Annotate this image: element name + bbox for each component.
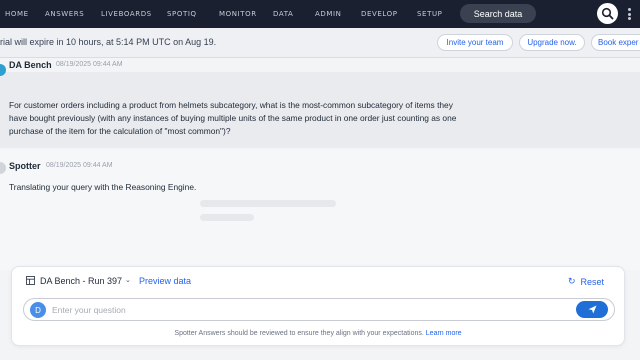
user-message-sender: DA Bench xyxy=(9,60,52,70)
user-message-line: For customer orders including a product … xyxy=(9,100,453,110)
search-icon[interactable] xyxy=(597,3,618,24)
trial-expiry-text: rial will expire in 10 hours, at 5:14 PM… xyxy=(0,37,217,47)
nav-item-develop[interactable]: DEVELOP xyxy=(361,10,398,18)
preview-data-link[interactable]: Preview data xyxy=(139,276,191,286)
loading-placeholder xyxy=(200,200,336,207)
disclaimer-text: Spotter Answers should be reviewed to en… xyxy=(12,330,624,337)
user-message-line: have bought previously (with any instanc… xyxy=(9,113,457,123)
more-vertical-icon[interactable] xyxy=(628,8,632,20)
nav-item-spotiq[interactable]: SPOTIQ xyxy=(167,10,197,18)
nav-item-data[interactable]: DATA xyxy=(273,10,293,18)
nav-item-setup[interactable]: SETUP xyxy=(417,10,443,18)
user-message-line: purchase of the item for the calculation… xyxy=(9,126,231,136)
learn-more-link[interactable]: Learn more xyxy=(426,330,462,337)
chevron-down-icon[interactable]: ⌄ xyxy=(125,276,131,284)
question-input-box: D xyxy=(23,298,615,321)
nav-item-liveboards[interactable]: LIVEBOARDS xyxy=(101,10,152,18)
disclaimer-message: Spotter Answers should be reviewed to en… xyxy=(174,330,424,337)
question-input[interactable] xyxy=(52,303,552,317)
reset-button[interactable]: ↻ Reset xyxy=(568,276,604,287)
composer-toolbar: DA Bench - Run 397 ⌄ Preview data ↻ Rese… xyxy=(12,267,624,295)
nav-item-home[interactable]: HOME xyxy=(5,10,29,18)
upgrade-now-button[interactable]: Upgrade now. xyxy=(519,34,585,51)
spotter-message: Spotter 08/19/2025 09:44 AM Translating … xyxy=(0,150,640,270)
nav-item-answers[interactable]: ANSWERS xyxy=(45,10,84,18)
user-avatar xyxy=(0,64,6,76)
user-message-text: For customer orders including a product … xyxy=(9,99,509,138)
datasource-selector[interactable]: DA Bench - Run 397 xyxy=(40,276,122,286)
send-button[interactable] xyxy=(576,301,608,318)
spotter-message-timestamp: 08/19/2025 09:44 AM xyxy=(46,162,113,169)
top-navigation: HOME ANSWERS LIVEBOARDS SPOTIQ MONITOR D… xyxy=(0,0,640,28)
table-icon xyxy=(26,276,35,285)
user-message: DA Bench 08/19/2025 09:44 AM For custome… xyxy=(0,60,640,148)
user-message-timestamp: 08/19/2025 09:44 AM xyxy=(56,61,123,68)
nav-item-admin[interactable]: ADMIN xyxy=(315,10,342,18)
invite-team-button[interactable]: Invite your team xyxy=(437,34,513,51)
avatar: D xyxy=(30,302,46,318)
spotter-message-sender: Spotter xyxy=(9,161,41,171)
spotter-message-text: Translating your query with the Reasonin… xyxy=(9,182,197,192)
spotter-avatar xyxy=(0,162,6,174)
reset-label: Reset xyxy=(580,276,605,287)
loading-placeholder xyxy=(200,214,254,221)
trial-banner: rial will expire in 10 hours, at 5:14 PM… xyxy=(0,28,640,58)
book-expert-button[interactable]: Book exper xyxy=(591,34,640,51)
send-icon xyxy=(588,305,596,314)
nav-item-monitor[interactable]: MONITOR xyxy=(219,10,257,18)
search-data-button[interactable]: Search data xyxy=(460,4,536,23)
refresh-icon: ↻ xyxy=(568,276,576,286)
question-composer: DA Bench - Run 397 ⌄ Preview data ↻ Rese… xyxy=(11,266,625,346)
